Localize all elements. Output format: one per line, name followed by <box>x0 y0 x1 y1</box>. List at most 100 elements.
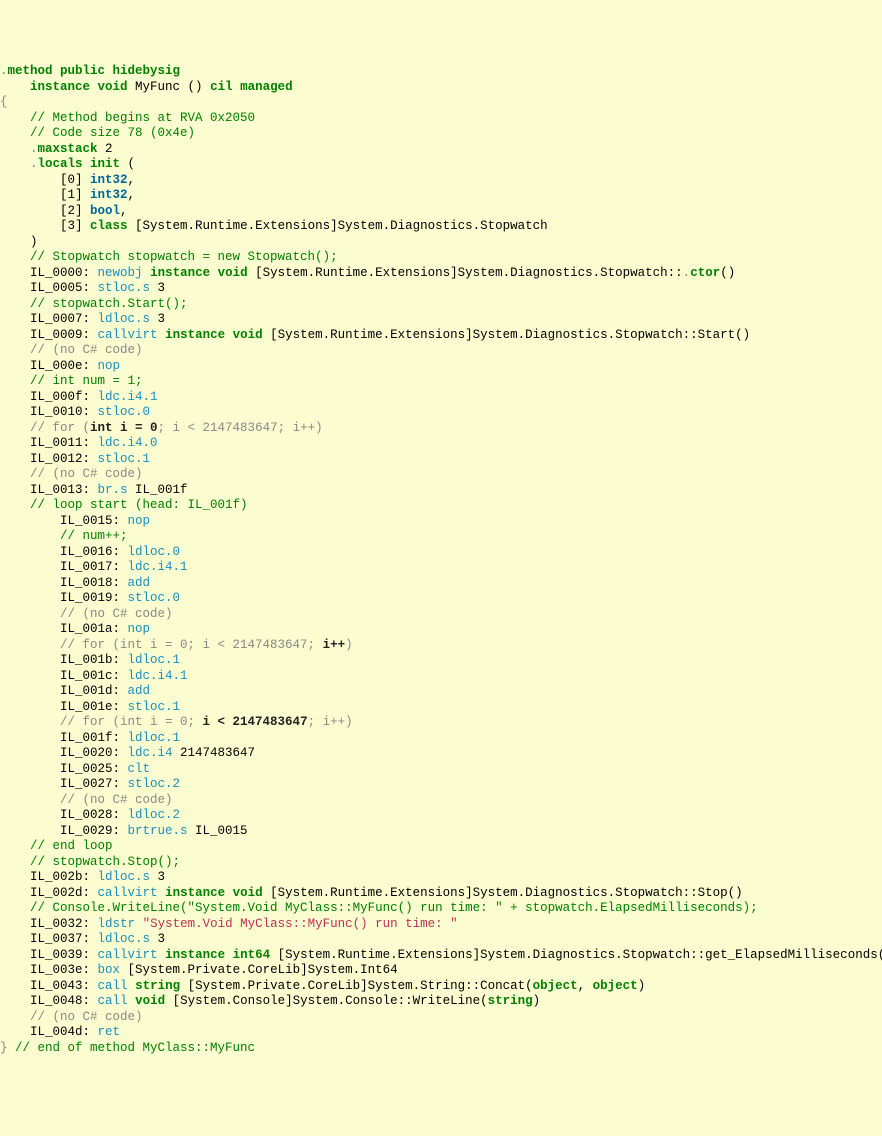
code-token: [3] <box>60 219 90 233</box>
code-token <box>128 994 136 1008</box>
code-line: IL_0015: nop <box>0 514 882 530</box>
code-token: maxstack <box>38 142 98 156</box>
code-token: // (no C# code) <box>60 607 173 621</box>
code-line: // end loop <box>0 839 882 855</box>
code-line: IL_0043: call string [System.Private.Cor… <box>0 979 882 995</box>
code-token: stloc.1 <box>128 700 181 714</box>
code-line: IL_0032: ldstr "System.Void MyClass::MyF… <box>0 917 882 933</box>
code-token: stloc.s <box>98 281 151 295</box>
code-line: .method public hidebysig <box>0 64 882 80</box>
code-line: IL_0016: ldloc.0 <box>0 545 882 561</box>
code-line: IL_0018: add <box>0 576 882 592</box>
code-token: IL_0043: <box>30 979 98 993</box>
code-token: // stopwatch.Stop(); <box>30 855 180 869</box>
code-line: IL_0020: ldc.i4 2147483647 <box>0 746 882 762</box>
code-token: stloc.0 <box>128 591 181 605</box>
code-token: IL_0017: <box>60 560 128 574</box>
code-line: IL_0012: stloc.1 <box>0 452 882 468</box>
code-token <box>143 266 151 280</box>
code-token: // Stopwatch stopwatch = new Stopwatch()… <box>30 250 338 264</box>
code-token: add <box>128 684 151 698</box>
code-line: IL_0039: callvirt instance int64 [System… <box>0 948 882 964</box>
code-line: IL_001c: ldc.i4.1 <box>0 669 882 685</box>
code-line: // (no C# code) <box>0 343 882 359</box>
code-line: // stopwatch.Start(); <box>0 297 882 313</box>
code-token: [1] <box>60 188 90 202</box>
code-token: IL_0015: <box>60 514 128 528</box>
code-line: // Code size 78 (0x4e) <box>0 126 882 142</box>
code-token: stloc.2 <box>128 777 181 791</box>
code-token: ctor <box>690 266 720 280</box>
code-line: IL_0007: ldloc.s 3 <box>0 312 882 328</box>
code-token: callvirt <box>98 886 158 900</box>
code-token: ( <box>120 157 135 171</box>
code-token: instance void <box>165 328 263 342</box>
code-token: IL_0012: <box>30 452 98 466</box>
code-line: .maxstack 2 <box>0 142 882 158</box>
code-token: instance void <box>165 886 263 900</box>
code-token: IL_0016: <box>60 545 128 559</box>
code-token: , <box>120 204 128 218</box>
code-line: IL_003e: box [System.Private.CoreLib]Sys… <box>0 963 882 979</box>
code-token: IL_002d: <box>30 886 98 900</box>
code-token: [System.Private.CoreLib]System.Int64 <box>120 963 398 977</box>
code-token: brtrue.s <box>128 824 188 838</box>
code-line: [3] class [System.Runtime.Extensions]Sys… <box>0 219 882 235</box>
code-line: // (no C# code) <box>0 1010 882 1026</box>
code-token: // Console.WriteLine("System.Void MyClas… <box>30 901 758 915</box>
code-token: IL_0032: <box>30 917 98 931</box>
code-token: int32 <box>90 173 128 187</box>
code-line: IL_0029: brtrue.s IL_0015 <box>0 824 882 840</box>
code-token: object <box>533 979 578 993</box>
code-token: . <box>30 142 38 156</box>
code-token: // loop start (head: IL_001f) <box>30 498 248 512</box>
code-token: } <box>0 1041 15 1055</box>
code-token: // end loop <box>30 839 113 853</box>
code-token: box <box>98 963 121 977</box>
code-line: IL_000e: nop <box>0 359 882 375</box>
code-token: IL_004d: <box>30 1025 98 1039</box>
code-line: // Console.WriteLine("System.Void MyClas… <box>0 901 882 917</box>
code-token: ) <box>30 235 38 249</box>
code-token: // (no C# code) <box>30 1010 143 1024</box>
code-line: IL_000f: ldc.i4.1 <box>0 390 882 406</box>
code-token: IL_002b: <box>30 870 98 884</box>
code-token: ldloc.2 <box>128 808 181 822</box>
code-token: ldloc.s <box>98 312 151 326</box>
code-token: int32 <box>90 188 128 202</box>
code-token: cil managed <box>210 80 293 94</box>
code-token: IL_0010: <box>30 405 98 419</box>
code-token: // for (int i = 0; i < 2147483647; <box>60 638 323 652</box>
code-token: IL_001f <box>128 483 188 497</box>
code-token: { <box>0 95 8 109</box>
code-line: IL_0005: stloc.s 3 <box>0 281 882 297</box>
code-token: IL_0028: <box>60 808 128 822</box>
code-token: locals init <box>38 157 121 171</box>
code-token: i++ <box>323 638 346 652</box>
code-token: [System.Runtime.Extensions]System.Diagno… <box>270 948 882 962</box>
code-token: ldstr <box>98 917 136 931</box>
code-line: // loop start (head: IL_001f) <box>0 498 882 514</box>
code-token: IL_0019: <box>60 591 128 605</box>
code-line: IL_001f: ldloc.1 <box>0 731 882 747</box>
code-line: } // end of method MyClass::MyFunc <box>0 1041 882 1057</box>
code-token: IL_001d: <box>60 684 128 698</box>
code-line: // for (int i = 0; i < 2147483647; i++) <box>0 715 882 731</box>
code-line: [2] bool, <box>0 204 882 220</box>
code-token: // end of method MyClass::MyFunc <box>15 1041 255 1055</box>
code-token: bool <box>90 204 120 218</box>
code-token: [System.Runtime.Extensions]System.Diagno… <box>263 886 743 900</box>
code-token: IL_0048: <box>30 994 98 1008</box>
code-token: ) <box>533 994 541 1008</box>
code-block: .method public hidebysig instance void M… <box>0 62 882 1058</box>
code-token: 3 <box>150 870 165 884</box>
code-token: IL_0025: <box>60 762 128 776</box>
code-token: ldloc.0 <box>128 545 181 559</box>
code-line: IL_0000: newobj instance void [System.Ru… <box>0 266 882 282</box>
code-token: IL_003e: <box>30 963 98 977</box>
code-line: // Method begins at RVA 0x2050 <box>0 111 882 127</box>
code-line: IL_004d: ret <box>0 1025 882 1041</box>
code-token: IL_0009: <box>30 328 98 342</box>
code-token: ret <box>98 1025 121 1039</box>
code-token: ldloc.1 <box>128 653 181 667</box>
